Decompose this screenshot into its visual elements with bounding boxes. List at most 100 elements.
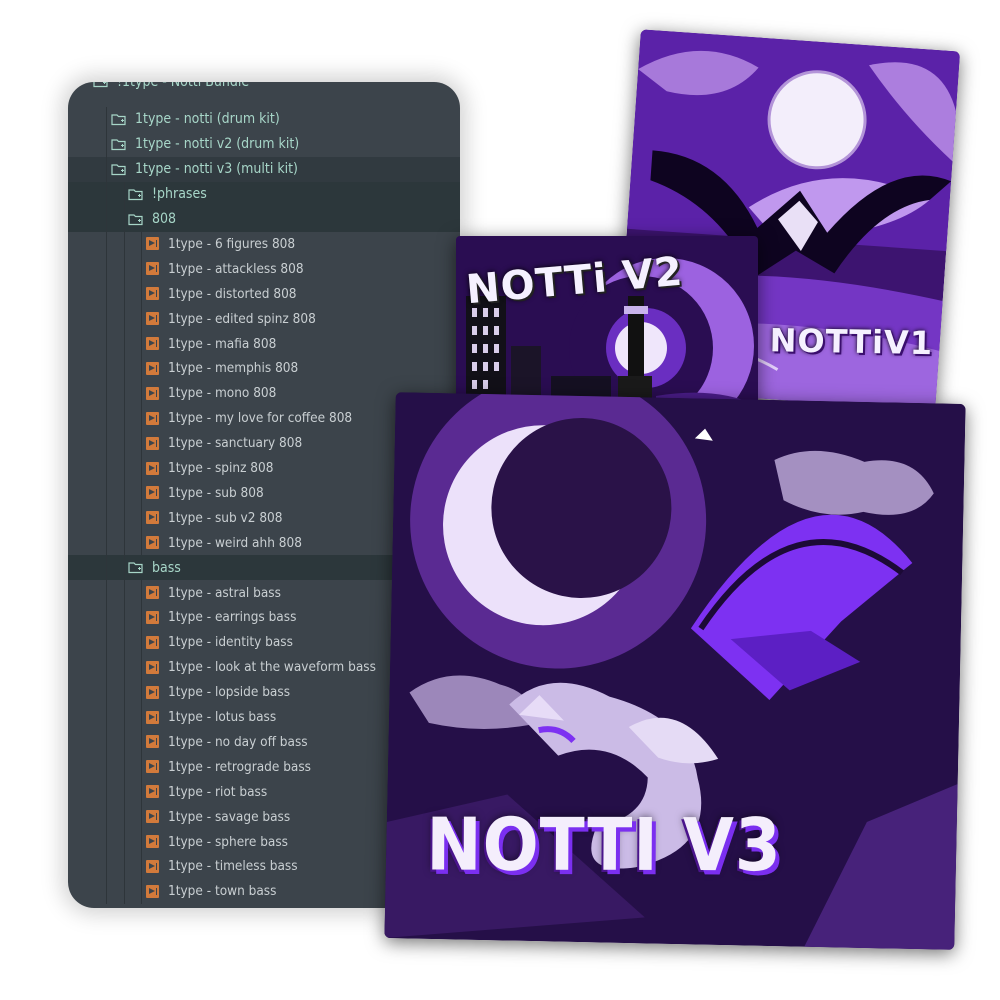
tree-guide-line bbox=[124, 505, 125, 531]
tree-guide-line bbox=[124, 754, 125, 780]
row-label: 1type - sub 808 bbox=[168, 484, 264, 501]
tree-guide-line bbox=[141, 580, 142, 605]
tree-guide-line bbox=[141, 679, 142, 705]
tree-guide-line bbox=[124, 455, 125, 481]
notti-v3-cover-art: NOTTI V3 bbox=[384, 392, 966, 950]
row-label: 808 bbox=[152, 211, 177, 227]
tree-guide-line bbox=[124, 679, 125, 705]
tree-guide-line bbox=[124, 331, 125, 356]
tree-guide-line bbox=[124, 430, 125, 456]
tree-guide-line bbox=[106, 430, 107, 456]
tree-guide-line bbox=[124, 729, 125, 755]
audio-sample-icon bbox=[146, 884, 159, 898]
audio-sample-icon bbox=[146, 835, 159, 848]
folder-row[interactable]: 1type - notti v3 (multi kit) bbox=[68, 156, 460, 182]
audio-sample-icon bbox=[146, 287, 159, 301]
audio-sample-icon bbox=[146, 610, 159, 624]
row-label: 1type - town bass bbox=[168, 883, 277, 900]
sample-file-row[interactable]: 1type - memphis 808 bbox=[68, 355, 460, 381]
row-label: bass bbox=[152, 559, 181, 576]
row-label: 1type - mono 808 bbox=[168, 385, 277, 402]
tree-guide-line bbox=[106, 106, 107, 132]
row-label: 1type - sub v2 808 bbox=[168, 509, 283, 526]
tree-guide-line bbox=[124, 380, 125, 406]
tree-guide-line bbox=[106, 604, 107, 630]
tree-guide-line bbox=[124, 804, 125, 830]
audio-sample-icon bbox=[146, 312, 159, 326]
tree-guide-line bbox=[106, 380, 107, 406]
audio-sample-icon bbox=[146, 361, 159, 375]
row-label: 1type - notti v2 (drum kit) bbox=[135, 136, 300, 153]
tree-guide-line bbox=[124, 555, 125, 581]
tree-guide-line bbox=[124, 829, 125, 854]
sample-file-row[interactable]: 1type - attackless 808 bbox=[68, 256, 460, 282]
sample-file-row[interactable]: 1type - mafia 808 bbox=[68, 331, 460, 356]
tree-guide-line bbox=[106, 231, 107, 257]
tree-guide-line bbox=[106, 455, 107, 481]
tree-guide-line bbox=[124, 779, 125, 805]
sample-file-row[interactable]: 1type - edited spinz 808 bbox=[68, 306, 460, 332]
tree-guide-line bbox=[141, 654, 142, 680]
tree-guide-line bbox=[106, 779, 107, 805]
tree-guide-line bbox=[124, 853, 125, 879]
sample-file-row[interactable]: 1type - 6 figures 808 bbox=[68, 231, 460, 257]
tree-guide-line bbox=[141, 455, 142, 481]
tree-guide-line bbox=[106, 281, 107, 307]
audio-sample-icon bbox=[146, 237, 159, 251]
folder-row[interactable]: 1type - notti (drum kit) bbox=[68, 106, 460, 132]
folder-row[interactable]: !1type - Notti Bundle bbox=[68, 82, 460, 94]
tree-guide-line bbox=[124, 629, 125, 655]
folder-icon bbox=[128, 188, 143, 200]
tree-guide-line bbox=[141, 430, 142, 456]
folder-row[interactable]: 808 bbox=[68, 206, 460, 232]
tree-guide-line bbox=[141, 629, 142, 655]
folder-row[interactable]: 1type - notti v2 (drum kit) bbox=[68, 131, 460, 157]
tree-guide-line bbox=[141, 306, 142, 332]
audio-sample-icon bbox=[146, 511, 159, 525]
tree-guide-line bbox=[124, 231, 125, 257]
row-label: !1type - Notti Bundle bbox=[117, 82, 249, 90]
tree-guide-line bbox=[141, 405, 142, 431]
audio-sample-icon bbox=[146, 660, 159, 674]
audio-sample-icon bbox=[146, 735, 159, 749]
tree-guide-line bbox=[141, 505, 142, 531]
row-label: 1type - my love for coffee 808 bbox=[168, 410, 353, 427]
sample-file-row[interactable]: 1type - distorted 808 bbox=[68, 281, 460, 307]
audio-sample-icon bbox=[146, 586, 159, 599]
tree-guide-line bbox=[141, 754, 142, 780]
tree-guide-line bbox=[106, 156, 107, 182]
tree-guide-line bbox=[124, 530, 125, 556]
tree-guide-line bbox=[124, 604, 125, 630]
folder-icon bbox=[111, 139, 126, 150]
folder-row[interactable]: !phrases bbox=[68, 181, 460, 207]
tree-guide-line bbox=[106, 829, 107, 854]
audio-sample-icon bbox=[146, 386, 159, 400]
tree-guide-line bbox=[124, 580, 125, 605]
tree-guide-line bbox=[106, 331, 107, 356]
tree-guide-line bbox=[106, 405, 107, 431]
tree-guide-line bbox=[106, 878, 107, 904]
notti-v3-title: NOTTI V3 bbox=[426, 802, 782, 888]
row-label: 1type - distorted 808 bbox=[168, 285, 297, 302]
tree-guide-line bbox=[141, 380, 142, 406]
audio-sample-icon bbox=[146, 337, 159, 350]
row-label: !phrases bbox=[152, 186, 207, 203]
row-label: 1type - sphere bass bbox=[168, 833, 289, 850]
tree-guide-line bbox=[106, 729, 107, 755]
tree-guide-line bbox=[124, 355, 125, 381]
tree-guide-line bbox=[124, 306, 125, 332]
tree-guide-line bbox=[141, 704, 142, 730]
row-label: 1type - notti v3 (multi kit) bbox=[135, 161, 298, 178]
tree-guide-line bbox=[141, 530, 142, 556]
tree-guide-line bbox=[106, 853, 107, 879]
tree-guide-line bbox=[141, 804, 142, 830]
row-label: 1type - retrograde bass bbox=[168, 758, 312, 775]
tree-guide-line bbox=[141, 281, 142, 307]
tree-guide-line bbox=[124, 281, 125, 307]
row-label: 1type - identity bass bbox=[168, 634, 293, 651]
tree-guide-line bbox=[106, 505, 107, 531]
row-label: 1type - astral bass bbox=[168, 584, 281, 601]
tree-guide-line bbox=[141, 331, 142, 356]
tree-guide-line bbox=[106, 181, 107, 207]
audio-sample-icon bbox=[146, 411, 159, 425]
